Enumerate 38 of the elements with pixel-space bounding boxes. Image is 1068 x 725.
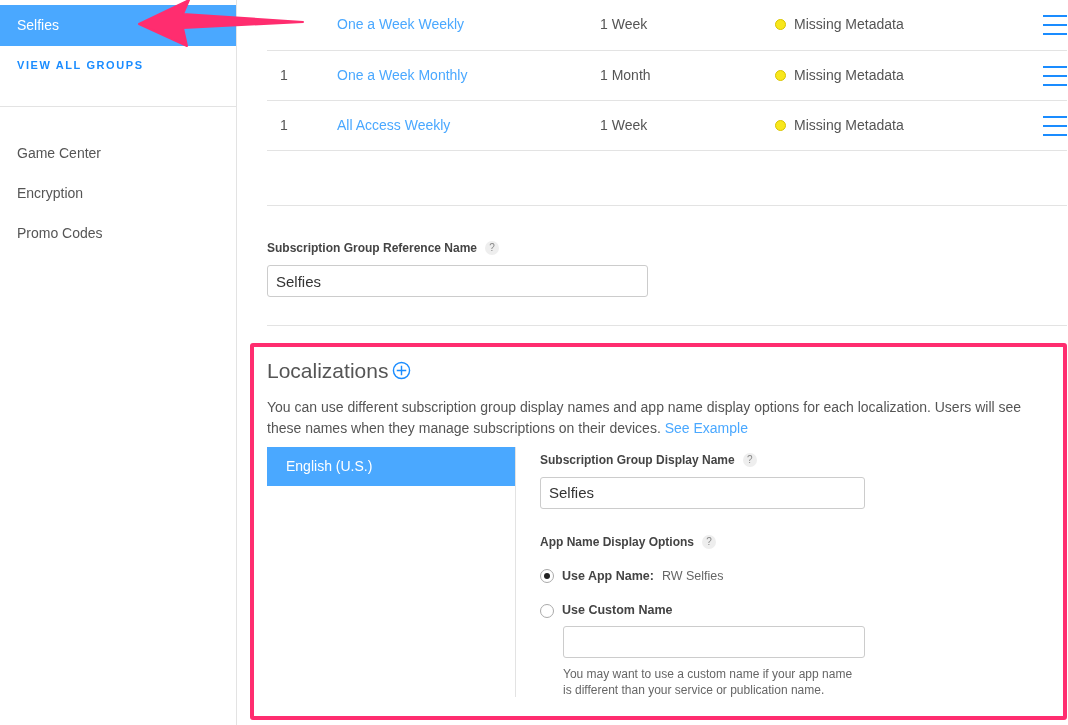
option-label: Use App Name:	[562, 567, 654, 585]
option-value: RW Selfies	[661, 567, 724, 585]
field-label: Subscription Group Display Name	[540, 451, 735, 469]
help-icon[interactable]: ?	[742, 452, 757, 467]
table-cell: 1	[280, 67, 288, 83]
table-cell: 1 Week	[600, 117, 648, 133]
status-text: Missing Metadata	[794, 15, 904, 34]
menu-icon[interactable]	[1043, 65, 1067, 86]
view-all-link[interactable]: VIEW ALL GROUPS	[17, 57, 144, 74]
product-link[interactable]: One a Week Weekly	[337, 16, 465, 32]
description-text: You can use different subscription group display names and app name display options for each localization. Users will see these names when they manage subscriptions on their devices. See Example	[267, 397, 1023, 438]
status-text: Missing Metadata	[794, 66, 904, 85]
language-item[interactable]: English (U.S.)	[267, 446, 515, 486]
table-cell: 1	[280, 117, 288, 133]
table-cell: 1 Month	[600, 67, 651, 83]
sidebar-item[interactable]: Promo Codes	[0, 213, 236, 253]
radio-button[interactable]	[540, 568, 554, 583]
text-field[interactable]: Selfies	[267, 265, 648, 297]
field-label: App Name Display Options	[540, 533, 695, 551]
menu-icon[interactable]	[1043, 14, 1067, 35]
product-link[interactable]: One a Week Monthly	[337, 67, 468, 83]
help-icon[interactable]: ?	[485, 241, 500, 255]
add-icon[interactable]	[392, 361, 412, 381]
help-icon[interactable]: ?	[702, 534, 717, 549]
text-field[interactable]: Selfies	[540, 476, 865, 509]
sidebar-item[interactable]: Encryption	[0, 173, 236, 213]
table-cell: 1 Week	[600, 16, 648, 32]
sidebar-item[interactable]: Game Center	[0, 133, 236, 173]
option-label: Use Custom Name	[562, 602, 673, 620]
hint-text: You may want to use a custom name if your app name is different than your service or publication name.	[563, 666, 853, 698]
radio-button[interactable]	[540, 603, 554, 618]
field-label: Subscription Group Reference Name	[267, 240, 478, 257]
section-title: Localizations	[267, 358, 389, 384]
product-link[interactable]: All Access Weekly	[337, 117, 451, 133]
text-field[interactable]	[563, 626, 865, 658]
menu-icon[interactable]	[1043, 115, 1067, 136]
status-text: Missing Metadata	[794, 116, 904, 135]
see-example-link[interactable]: See Example	[664, 419, 748, 436]
